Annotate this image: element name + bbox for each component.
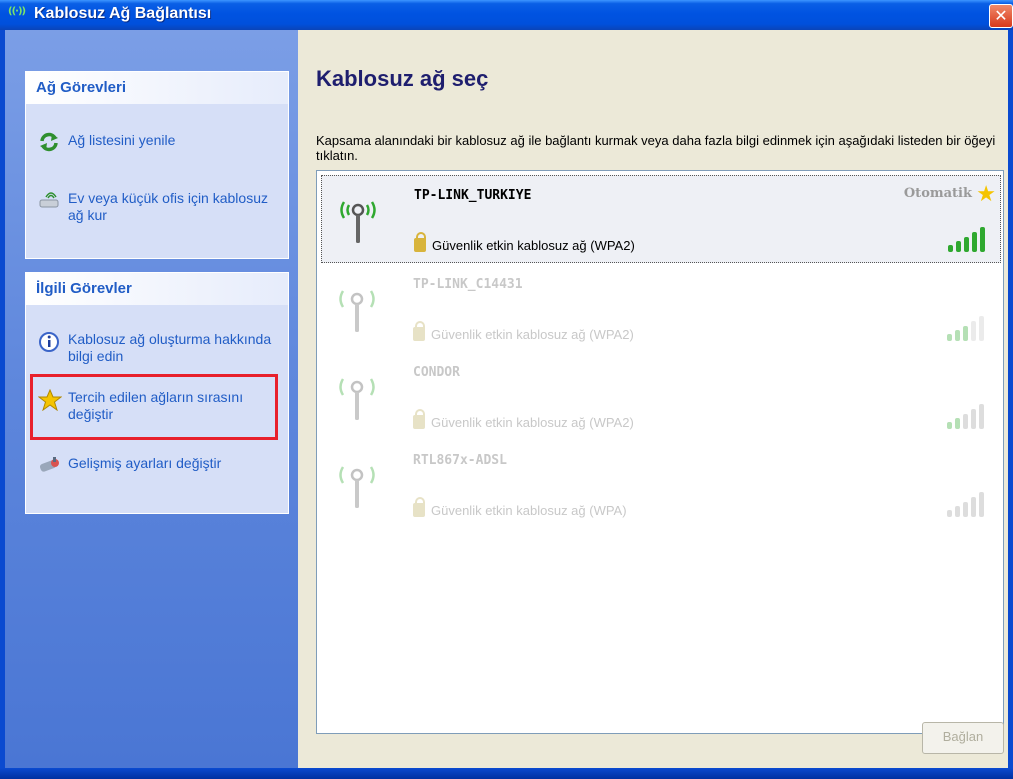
security-status-text: Güvenlik etkin kablosuz ağ (WPA2) [432, 238, 635, 253]
refresh-icon [38, 132, 68, 152]
page-title: Kablosuz ağ seç [316, 66, 489, 91]
lock-icon [414, 232, 426, 252]
network-name: TP-LINK_C14431 [413, 277, 523, 292]
window-border-bottom [0, 768, 1013, 779]
security-status: Güvenlik etkin kablosuz ağ (WPA2) [413, 409, 634, 430]
signal-strength-icon [948, 227, 985, 252]
wireless-setup-icon [38, 190, 68, 210]
network-name: CONDOR [413, 365, 460, 380]
security-status: Güvenlik etkin kablosuz ağ (WPA2) [413, 321, 634, 342]
lock-icon [413, 409, 425, 429]
network-item[interactable]: CONDOR Güvenlik etkin kablosuz ağ (WPA2) [321, 353, 999, 439]
wireless-connection-window: ((·)) Kablosuz Ağ Bağlantısı ✕ Ağ Görevl… [0, 0, 1013, 779]
signal-strength-icon [947, 316, 984, 341]
network-tasks-header: Ağ Görevleri [26, 72, 288, 104]
lock-icon [413, 497, 425, 517]
settings-icon [38, 455, 68, 475]
security-status-text: Güvenlik etkin kablosuz ağ (WPA2) [431, 327, 634, 342]
page-description: Kapsama alanındaki bir kablosuz ağ ile b… [316, 133, 996, 163]
network-name: TP-LINK_TURKIYE [414, 188, 532, 203]
network-tasks-panel: Ağ Görevleri Ağ listesini yenile Ev veya… [25, 71, 289, 259]
highlight-annotation [30, 374, 278, 440]
wireless-antenna-icon [335, 459, 379, 511]
close-button[interactable]: ✕ [989, 4, 1013, 28]
learn-wireless-setup-task[interactable]: Kablosuz ağ oluşturma hakkında bilgi edi… [38, 331, 278, 365]
window-border-right [1008, 30, 1013, 768]
connect-button[interactable]: Bağlan [922, 722, 1004, 754]
security-status-text: Güvenlik etkin kablosuz ağ (WPA) [431, 503, 627, 518]
signal-strength-icon [947, 492, 984, 517]
wireless-antenna-icon [335, 283, 379, 335]
wireless-network-icon: ((·)) [8, 6, 26, 17]
security-status-text: Güvenlik etkin kablosuz ağ (WPA2) [431, 415, 634, 430]
network-item[interactable]: TP-LINK_C14431 Güvenlik etkin kablosuz a… [321, 265, 999, 351]
refresh-network-list-label: Ağ listesini yenile [68, 132, 176, 148]
network-item[interactable]: RTL867x-ADSL Güvenlik etkin kablosuz ağ … [321, 441, 999, 527]
setup-home-network-task[interactable]: Ev veya küçük ofis için kablosuz ağ kur [38, 190, 278, 224]
network-list[interactable]: TP-LINK_TURKIYE Otomatik ★ Güvenlik etki… [316, 170, 1004, 734]
preferred-star-icon: ★ [976, 182, 996, 207]
change-advanced-settings-label: Gelişmiş ayarları değiştir [68, 455, 222, 471]
network-name: RTL867x-ADSL [413, 453, 507, 468]
setup-home-network-label: Ev veya küçük ofis için kablosuz ağ kur [68, 190, 268, 223]
lock-icon [413, 321, 425, 341]
network-item[interactable]: TP-LINK_TURKIYE Otomatik ★ Güvenlik etki… [321, 175, 1001, 263]
window-title: Kablosuz Ağ Bağlantısı [34, 5, 212, 22]
wireless-antenna-icon [336, 194, 380, 246]
wireless-antenna-icon [335, 371, 379, 423]
security-status: Güvenlik etkin kablosuz ağ (WPA2) [414, 232, 635, 253]
security-status: Güvenlik etkin kablosuz ağ (WPA) [413, 497, 627, 518]
signal-strength-icon [947, 404, 984, 429]
main-content: Kablosuz ağ seç Kapsama alanındaki bir k… [298, 30, 1008, 768]
title-bar[interactable]: ((·)) Kablosuz Ağ Bağlantısı ✕ [0, 0, 1013, 31]
info-icon [38, 331, 68, 352]
change-advanced-settings-task[interactable]: Gelişmiş ayarları değiştir [38, 455, 278, 475]
related-tasks-header: İlgili Görevler [26, 273, 288, 305]
learn-wireless-setup-label: Kablosuz ağ oluşturma hakkında bilgi edi… [68, 331, 272, 364]
refresh-network-list-task[interactable]: Ağ listesini yenile [38, 132, 278, 152]
auto-connect-status: Otomatik [903, 186, 972, 201]
